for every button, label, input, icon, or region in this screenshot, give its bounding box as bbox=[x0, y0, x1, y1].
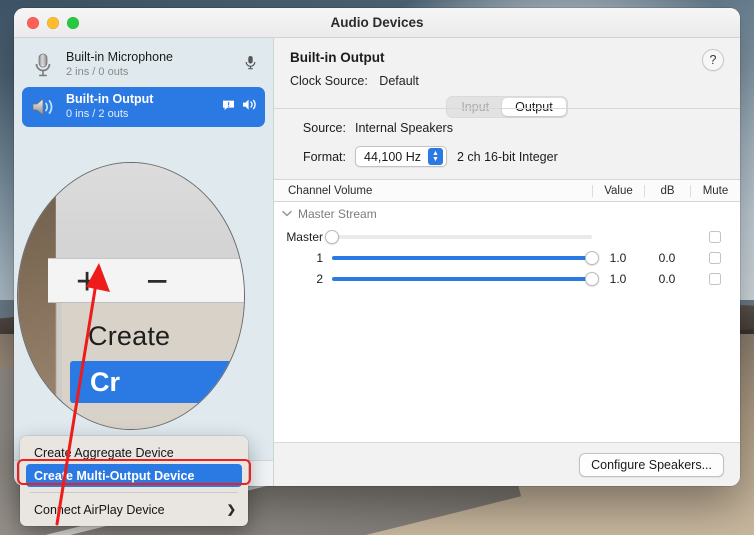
magnified-menu-item-text: Create bbox=[88, 321, 170, 352]
menu-item-label: Create Multi-Output Device bbox=[34, 469, 194, 483]
format-description: 2 ch 16-bit Integer bbox=[457, 150, 558, 164]
detail-footer: Configure Speakers... bbox=[274, 442, 740, 486]
device-list-item-built-in-microphone[interactable]: Built-in Microphone 2 ins / 0 outs bbox=[22, 45, 265, 85]
slider-knob[interactable] bbox=[585, 251, 599, 265]
channel-db: 0.0 bbox=[644, 272, 690, 286]
help-button[interactable]: ? bbox=[702, 49, 724, 71]
master-stream-group[interactable]: Master Stream bbox=[274, 202, 740, 226]
menu-item-label: Create Aggregate Device bbox=[34, 446, 174, 460]
magnifier-inset: + − Create Cr bbox=[17, 162, 245, 430]
volume-slider-channel-2[interactable] bbox=[332, 268, 592, 289]
device-name: Built-in Microphone bbox=[66, 50, 234, 66]
alert-sound-icon bbox=[222, 98, 235, 116]
add-device-context-menu: Create Aggregate Device Create Multi-Out… bbox=[20, 436, 248, 526]
window-titlebar: Audio Devices bbox=[14, 8, 740, 38]
channel-db: 0.0 bbox=[644, 251, 690, 265]
device-list-item-built-in-output[interactable]: Built-in Output 0 ins / 2 outs bbox=[22, 87, 265, 127]
slider-track bbox=[332, 256, 592, 260]
mute-checkbox[interactable] bbox=[709, 231, 721, 243]
chevron-down-icon[interactable] bbox=[282, 209, 292, 219]
configure-speakers-button[interactable]: Configure Speakers... bbox=[579, 453, 724, 477]
mute-cell bbox=[690, 252, 740, 264]
column-mute: Mute bbox=[690, 185, 740, 197]
detail-header: Built-in Output Clock Source: Default ? bbox=[274, 38, 740, 88]
device-detail-panel: Built-in Output Clock Source: Default ? … bbox=[274, 38, 740, 486]
volume-slider-master[interactable] bbox=[332, 226, 592, 247]
source-value[interactable]: Internal Speakers bbox=[355, 121, 453, 135]
device-list: Built-in Microphone 2 ins / 0 outs bbox=[14, 38, 273, 129]
format-dropdown[interactable]: 44,100 Hz ▲ ▼ bbox=[355, 146, 447, 167]
device-trailing-icons bbox=[222, 98, 257, 116]
menu-item-connect-airplay-device[interactable]: Connect AirPlay Device ❯ bbox=[20, 498, 248, 521]
device-trailing-icons bbox=[244, 55, 257, 75]
stepper-icon: ▲ ▼ bbox=[428, 148, 443, 165]
source-row: Source: Internal Speakers bbox=[290, 121, 724, 135]
magnified-add-icon: + bbox=[76, 263, 98, 301]
table-row: Master bbox=[274, 226, 740, 247]
window-body: Built-in Microphone 2 ins / 0 outs bbox=[14, 38, 740, 486]
channel-name: 1 bbox=[274, 251, 332, 265]
slider-fill bbox=[332, 277, 592, 281]
table-header-row: Channel Volume Value dB Mute bbox=[274, 179, 740, 202]
mute-cell bbox=[690, 231, 740, 243]
device-text: Built-in Microphone 2 ins / 0 outs bbox=[66, 50, 234, 79]
format-row: Format: 44,100 Hz ▲ ▼ 2 ch 16-bit Intege… bbox=[290, 146, 724, 179]
menu-item-create-multi-output-device[interactable]: Create Multi-Output Device bbox=[26, 464, 242, 487]
clock-source-row: Clock Source: Default bbox=[290, 74, 724, 88]
device-channels: 2 ins / 0 outs bbox=[66, 66, 234, 80]
channel-name: Master bbox=[274, 230, 332, 244]
audio-devices-window: Audio Devices bbox=[14, 8, 740, 486]
format-label: Format: bbox=[290, 150, 346, 164]
source-label: Source: bbox=[290, 121, 346, 135]
menu-item-label: Connect AirPlay Device bbox=[34, 503, 165, 517]
column-channel-volume: Channel Volume bbox=[274, 185, 592, 197]
slider-fill bbox=[332, 256, 592, 260]
column-value: Value bbox=[592, 185, 644, 197]
speaker-output-icon bbox=[242, 98, 257, 116]
channel-value: 1.0 bbox=[592, 272, 644, 286]
microphone-input-icon bbox=[244, 55, 257, 75]
device-sidebar: Built-in Microphone 2 ins / 0 outs bbox=[14, 38, 274, 486]
magnified-remove-icon: − bbox=[146, 263, 168, 301]
mute-checkbox[interactable] bbox=[709, 273, 721, 285]
slider-track bbox=[332, 235, 592, 239]
microphone-icon bbox=[30, 52, 56, 78]
clock-source-label: Clock Source: bbox=[290, 74, 368, 88]
slider-track bbox=[332, 277, 592, 281]
window-title: Audio Devices bbox=[14, 15, 740, 30]
channel-value: 1.0 bbox=[592, 251, 644, 265]
table-row: 2 1.0 0.0 bbox=[274, 268, 740, 289]
magnified-menu-highlight-text: Cr bbox=[90, 367, 120, 398]
device-text: Built-in Output 0 ins / 2 outs bbox=[66, 92, 212, 121]
device-channels: 0 ins / 2 outs bbox=[66, 108, 212, 122]
channel-name: 2 bbox=[274, 272, 332, 286]
channel-volume-table: Channel Volume Value dB Mute Master Stre… bbox=[274, 179, 740, 442]
mute-cell bbox=[690, 273, 740, 285]
chevron-down-glyph: ▼ bbox=[432, 157, 439, 163]
menu-separator bbox=[30, 492, 238, 493]
table-row: 1 1.0 0.0 bbox=[274, 247, 740, 268]
source-format-section: Source: Internal Speakers Format: 44,100… bbox=[274, 109, 740, 179]
slider-knob[interactable] bbox=[585, 272, 599, 286]
chevron-right-icon: ❯ bbox=[227, 503, 236, 516]
magnifier-panel-background bbox=[56, 163, 244, 258]
group-label: Master Stream bbox=[298, 207, 377, 221]
clock-source-value[interactable]: Default bbox=[379, 74, 419, 88]
mute-checkbox[interactable] bbox=[709, 252, 721, 264]
speaker-icon bbox=[30, 94, 56, 120]
format-dropdown-value: 44,100 Hz bbox=[364, 150, 421, 164]
volume-slider-channel-1[interactable] bbox=[332, 247, 592, 268]
slider-knob[interactable] bbox=[325, 230, 339, 244]
page-title: Built-in Output bbox=[290, 50, 724, 65]
menu-item-create-aggregate-device[interactable]: Create Aggregate Device bbox=[20, 441, 248, 464]
column-db: dB bbox=[644, 185, 690, 197]
device-name: Built-in Output bbox=[66, 92, 212, 108]
